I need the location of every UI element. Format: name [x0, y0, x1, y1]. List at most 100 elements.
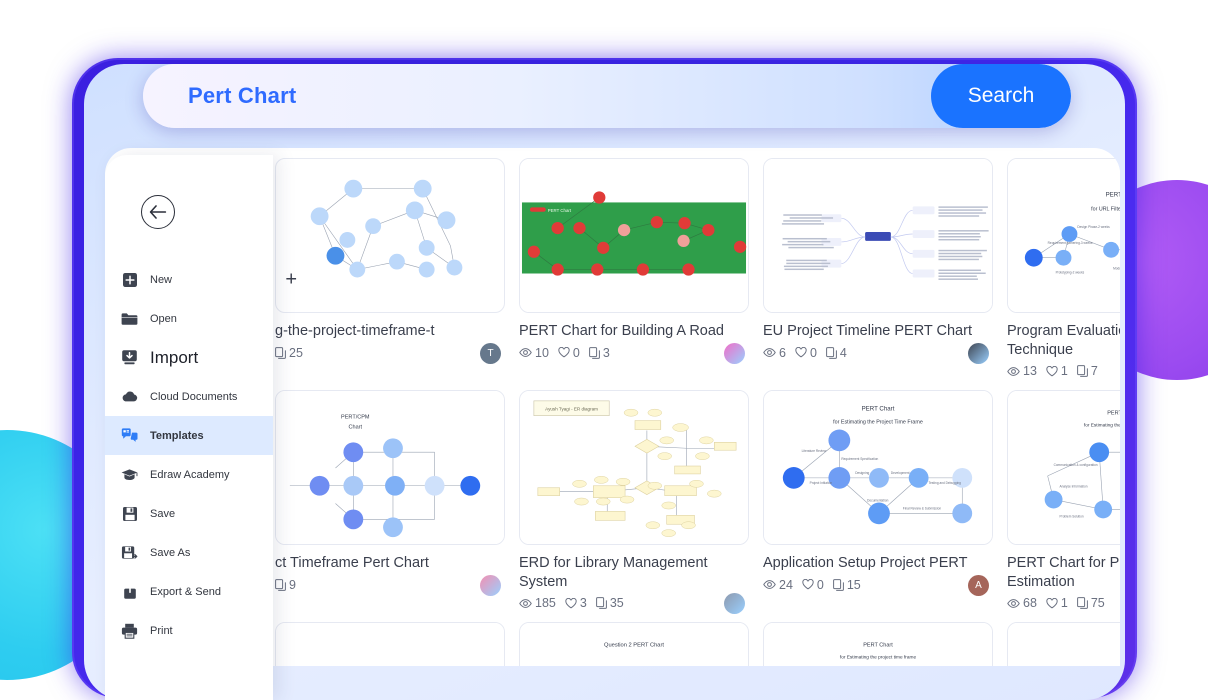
copy-icon	[589, 347, 600, 359]
copy-icon	[1077, 597, 1088, 609]
sidebar-item-open[interactable]: Open	[105, 299, 273, 338]
eye-icon	[763, 347, 776, 358]
author-avatar[interactable]	[724, 343, 745, 364]
graduation-cap-icon	[121, 466, 138, 483]
save-as-icon	[121, 544, 138, 561]
svg-text:PERT Chart: PERT Chart	[863, 643, 893, 649]
template-card[interactable]: PERT Chart PERT Chart for Building A Roa…	[519, 158, 749, 378]
sidebar-item-save-as[interactable]: Save As	[105, 533, 273, 572]
sidebar-item-new[interactable]: New +	[105, 260, 273, 299]
likes-value: 1	[1061, 364, 1068, 378]
template-thumbnail-art: Ayush Tyagi - ER diagram	[520, 391, 748, 544]
templates-icon	[121, 427, 138, 444]
template-thumbnail[interactable]: PERT Chart for Estimating the Project Tim…	[763, 390, 993, 545]
save-icon	[121, 505, 138, 522]
search-bar: Search	[143, 64, 1071, 128]
views-count: 6	[763, 346, 786, 360]
template-title: g-the-project-timeframe-t	[275, 322, 505, 341]
search-input[interactable]	[143, 64, 931, 128]
views-value: 68	[1023, 596, 1037, 610]
app-stage: g-the-project-timeframe-t 25 T PERT Chart…	[0, 0, 1208, 700]
svg-text:Documentation: Documentation	[867, 499, 889, 503]
copies-count: 3	[589, 346, 610, 360]
template-thumbnail[interactable]	[763, 158, 993, 313]
template-title: Application Setup Project PERT	[763, 554, 993, 573]
template-card[interactable]	[275, 622, 505, 666]
svg-text:for Estimating the project tim: for Estimating the project time frame	[840, 655, 917, 661]
sidebar-item-export-send[interactable]: Export & Send	[105, 572, 273, 611]
views-count: 24	[763, 578, 793, 592]
copy-icon	[826, 347, 837, 359]
copies-value: 4	[840, 346, 847, 360]
template-card[interactable]: EU Project Timeline PERT Chart 6 0 4	[763, 158, 993, 378]
sidebar-item-print[interactable]: Print	[105, 611, 273, 650]
svg-text:PERT/CPM: PERT/CPM	[341, 415, 370, 421]
template-thumbnail[interactable]: PERT Chart	[519, 158, 749, 313]
copies-value: 75	[1091, 596, 1105, 610]
template-thumbnail[interactable]	[275, 622, 505, 666]
template-card[interactable]	[1007, 622, 1120, 666]
copies-value: 15	[847, 578, 861, 592]
author-avatar[interactable]	[724, 593, 745, 614]
template-card[interactable]: PERT Chart for Estimating the project tim…	[763, 622, 993, 666]
svg-text:Literature Review: Literature Review	[802, 449, 827, 453]
views-value: 13	[1023, 364, 1037, 378]
likes-count: 1	[1046, 364, 1068, 378]
cloud-icon	[121, 388, 138, 405]
cloud-icon	[121, 390, 138, 403]
sidebar-item-label: Open	[150, 313, 177, 325]
svg-text:for Estimating the Project Tim: for Estimating the Project Time Frame	[833, 420, 923, 426]
sidebar-item-edraw-academy[interactable]: Edraw Academy	[105, 455, 273, 494]
template-card[interactable]: Question 2 PERT Chart	[519, 622, 749, 666]
author-avatar[interactable]	[480, 575, 501, 596]
sidebar-item-cloud-documents[interactable]: Cloud Documents	[105, 377, 273, 416]
template-thumbnail-art: PERT Chart for Estimating the project tim…	[1008, 391, 1120, 544]
template-card[interactable]: PERT Chart for Estimating the Project Tim…	[763, 390, 993, 610]
plus-square-icon	[121, 271, 138, 288]
likes-value: 3	[580, 596, 587, 610]
svg-text:Communication & configuration: Communication & configuration	[1054, 463, 1098, 467]
sidebar-item-templates[interactable]: Templates	[105, 416, 273, 455]
save-as-icon	[121, 545, 138, 561]
author-avatar[interactable]	[968, 343, 989, 364]
back-button[interactable]	[141, 195, 175, 229]
template-thumbnail[interactable]	[275, 158, 505, 313]
template-thumbnail[interactable]: PERT/CPM Chart	[275, 390, 505, 545]
template-thumbnail[interactable]	[1007, 622, 1120, 666]
template-meta: 9	[275, 578, 505, 592]
plus-square-icon	[122, 272, 138, 288]
template-thumbnail[interactable]: PERT Chart for Estimating the project tim…	[763, 622, 993, 666]
copies-count: 9	[275, 578, 296, 592]
template-thumbnail[interactable]: PERT Chart for Estimating the project tim…	[1007, 390, 1120, 545]
import-icon	[121, 349, 138, 366]
template-card[interactable]: Ayush Tyagi - ER diagram ERD for Library …	[519, 390, 749, 610]
views-value: 24	[779, 578, 793, 592]
sidebar-item-save[interactable]: Save	[105, 494, 273, 533]
template-card[interactable]: PERT Chart for Estimating the project tim…	[1007, 390, 1120, 610]
template-thumbnail-art: PERT Chart for Estimating the Project Tim…	[764, 391, 992, 544]
copy-icon	[596, 597, 607, 609]
sidebar-item-import[interactable]: Import	[105, 338, 273, 377]
likes-value: 0	[810, 346, 817, 360]
svg-text:Module Development -4 weeks: Module Development -4 weeks	[1113, 267, 1120, 271]
templates-icon	[121, 428, 138, 443]
template-thumbnail[interactable]: Question 2 PERT Chart	[519, 622, 749, 666]
svg-text:PERT Chart: PERT Chart	[862, 406, 895, 413]
template-card[interactable]: PERT Chart for URL Filtering Web App Requ…	[1007, 158, 1120, 378]
template-card[interactable]: PERT/CPM Chart ct Timeframe Pert Chart 9	[275, 390, 505, 610]
author-avatar[interactable]: T	[480, 343, 501, 364]
svg-text:Project Initiation: Project Initiation	[810, 481, 833, 485]
author-avatar[interactable]: A	[968, 575, 989, 596]
template-thumbnail[interactable]: Ayush Tyagi - ER diagram	[519, 390, 749, 545]
add-new-button[interactable]: +	[285, 268, 297, 291]
svg-text:Testing and Debugging: Testing and Debugging	[929, 481, 962, 485]
template-thumbnail[interactable]: PERT Chart for URL Filtering Web App Requ…	[1007, 158, 1120, 313]
copies-value: 25	[289, 346, 303, 360]
svg-text:Development: Development	[891, 471, 910, 475]
template-card[interactable]: g-the-project-timeframe-t 25 T	[275, 158, 505, 378]
import-icon	[121, 349, 138, 366]
likes-value: 1	[1061, 596, 1068, 610]
views-count: 13	[1007, 364, 1037, 378]
likes-value: 0	[573, 346, 580, 360]
search-button[interactable]: Search	[931, 64, 1071, 128]
